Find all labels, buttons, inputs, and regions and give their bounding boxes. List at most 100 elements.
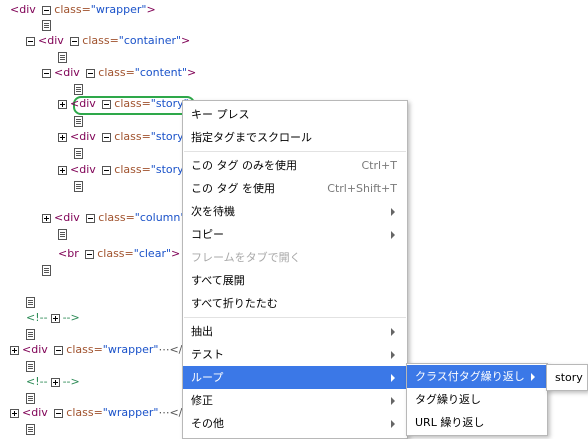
menu-item-label: 抽出	[191, 325, 213, 338]
collapse-icon[interactable]	[85, 249, 95, 259]
collapse-icon[interactable]	[54, 345, 64, 355]
tag-name: <div	[10, 3, 36, 16]
attr-name: class=	[114, 163, 151, 176]
collapse-icon[interactable]	[42, 68, 51, 78]
tree-node-content[interactable]: <div class="content">	[42, 65, 196, 81]
tree-node-container[interactable]: <div class="container">	[26, 33, 190, 49]
tree-node-story[interactable]: <div class="story"	[58, 162, 189, 178]
text-node[interactable]	[26, 326, 35, 342]
expand-icon[interactable]	[50, 377, 60, 387]
document-icon	[26, 296, 35, 308]
menu-item-label: テスト	[191, 348, 224, 361]
attr-name: class=	[114, 130, 151, 143]
menu-item-copy[interactable]: コピー	[183, 223, 407, 246]
text-node[interactable]	[74, 113, 83, 129]
collapse-icon[interactable]	[54, 408, 64, 418]
menu-item-label: コピー	[191, 228, 224, 241]
ellipsis: ⋯</	[158, 343, 183, 356]
text-node[interactable]	[74, 178, 83, 194]
tree-node-story-selected[interactable]: <div class="story"	[58, 96, 189, 112]
class-submenu: story	[546, 364, 588, 391]
collapse-icon[interactable]	[26, 36, 35, 46]
menu-item-loop[interactable]: ループ	[183, 366, 407, 389]
menu-item-key-press[interactable]: キー プレス	[183, 103, 407, 126]
tree-node-wrapper[interactable]: <div class="wrapper"⋯</	[10, 342, 182, 358]
menu-item-label: すべて展開	[191, 274, 245, 287]
menu-item-use-only-this-tag[interactable]: この タグ のみを使用 Ctrl+T	[183, 154, 407, 177]
submenu-arrow-icon	[391, 420, 395, 428]
menu-item-open-frame-in-tab: フレームをタブで開く	[183, 246, 407, 269]
tag-name: <br	[58, 247, 79, 260]
collapse-icon[interactable]	[86, 68, 96, 78]
context-menu: キー プレス 指定タグまでスクロール この タグ のみを使用 Ctrl+T この …	[182, 100, 408, 439]
menu-item-extract[interactable]: 抽出	[183, 320, 407, 343]
text-node[interactable]	[42, 17, 51, 33]
menu-item-collapse-all[interactable]: すべて折りたたむ	[183, 292, 407, 315]
menu-item-label: クラス付タグ繰り返し	[415, 370, 525, 383]
menu-item-label: すべて折りたたむ	[191, 297, 278, 310]
submenu-item-tag-repeat[interactable]: タグ繰り返し	[407, 388, 547, 411]
submenu-arrow-icon	[391, 208, 395, 216]
text-node[interactable]	[26, 421, 35, 437]
tree-node-wrapper[interactable]: <div class="wrapper"⋯</	[10, 405, 182, 421]
document-icon	[58, 228, 67, 240]
text-node[interactable]	[26, 294, 35, 310]
tree-node-story[interactable]: <div class="story"	[58, 129, 189, 145]
collapse-icon[interactable]	[70, 36, 80, 46]
tree-node-br-clear[interactable]: <br class="clear">	[58, 246, 180, 262]
expand-icon[interactable]	[10, 408, 19, 418]
submenu-arrow-icon	[391, 328, 395, 336]
tree-node-column[interactable]: <div class="column"	[42, 210, 185, 226]
text-node[interactable]	[26, 390, 35, 406]
menu-item-label: URL 繰り返し	[415, 416, 485, 429]
expand-icon[interactable]	[42, 213, 51, 223]
document-icon	[42, 19, 51, 31]
submenu-item-story[interactable]: story	[547, 366, 587, 389]
menu-item-use-this-tag[interactable]: この タグ を使用 Ctrl+Shift+T	[183, 177, 407, 200]
attr-value: "wrapper"	[90, 3, 147, 16]
text-node[interactable]	[42, 262, 51, 278]
collapse-icon[interactable]	[102, 165, 112, 175]
attr-name: class=	[114, 97, 151, 110]
menu-item-scroll-to-tag[interactable]: 指定タグまでスクロール	[183, 126, 407, 149]
expand-icon[interactable]	[50, 313, 60, 323]
text-node[interactable]	[74, 81, 83, 97]
text-node[interactable]	[74, 145, 83, 161]
menu-item-label: キー プレス	[191, 108, 250, 121]
expand-icon[interactable]	[58, 132, 67, 142]
submenu-item-url-repeat[interactable]: URL 繰り返し	[407, 411, 547, 434]
submenu-item-class-tag-repeat[interactable]: クラス付タグ繰り返し	[407, 365, 547, 388]
menu-item-expand-all[interactable]: すべて展開	[183, 269, 407, 292]
collapse-icon[interactable]	[102, 99, 112, 109]
menu-item-wait-for-next[interactable]: 次を待機	[183, 200, 407, 223]
submenu-arrow-icon	[391, 397, 395, 405]
expand-icon[interactable]	[58, 99, 67, 109]
tree-node-comment[interactable]: <!-- -->	[26, 310, 80, 326]
menu-item-other[interactable]: その他	[183, 412, 407, 435]
text-node[interactable]	[58, 226, 67, 242]
collapse-icon[interactable]	[86, 213, 96, 223]
collapse-icon[interactable]	[42, 5, 52, 15]
collapse-icon[interactable]	[102, 132, 112, 142]
shortcut-label: Ctrl+Shift+T	[327, 182, 397, 195]
text-node[interactable]	[26, 358, 35, 374]
menu-item-modify[interactable]: 修正	[183, 389, 407, 412]
tree-node-wrapper[interactable]: <div class="wrapper">	[10, 2, 156, 18]
tag-name: <div	[70, 163, 96, 176]
document-icon	[42, 264, 51, 276]
tag-end: >	[146, 3, 156, 16]
comment-close: -->	[62, 375, 80, 388]
menu-item-label: ループ	[191, 371, 224, 384]
menu-item-label: この タグ のみを使用	[191, 159, 297, 172]
tag-end: >	[187, 66, 197, 79]
shortcut-label: Ctrl+T	[361, 159, 397, 172]
expand-icon[interactable]	[58, 165, 67, 175]
menu-item-test[interactable]: テスト	[183, 343, 407, 366]
menu-item-label: フレームをタブで開く	[191, 251, 301, 264]
expand-icon[interactable]	[10, 345, 19, 355]
attr-name: class=	[66, 406, 103, 419]
menu-separator	[184, 317, 406, 318]
comment-open: <!--	[26, 311, 48, 324]
tree-node-comment[interactable]: <!-- -->	[26, 374, 80, 390]
text-node[interactable]	[58, 49, 67, 65]
